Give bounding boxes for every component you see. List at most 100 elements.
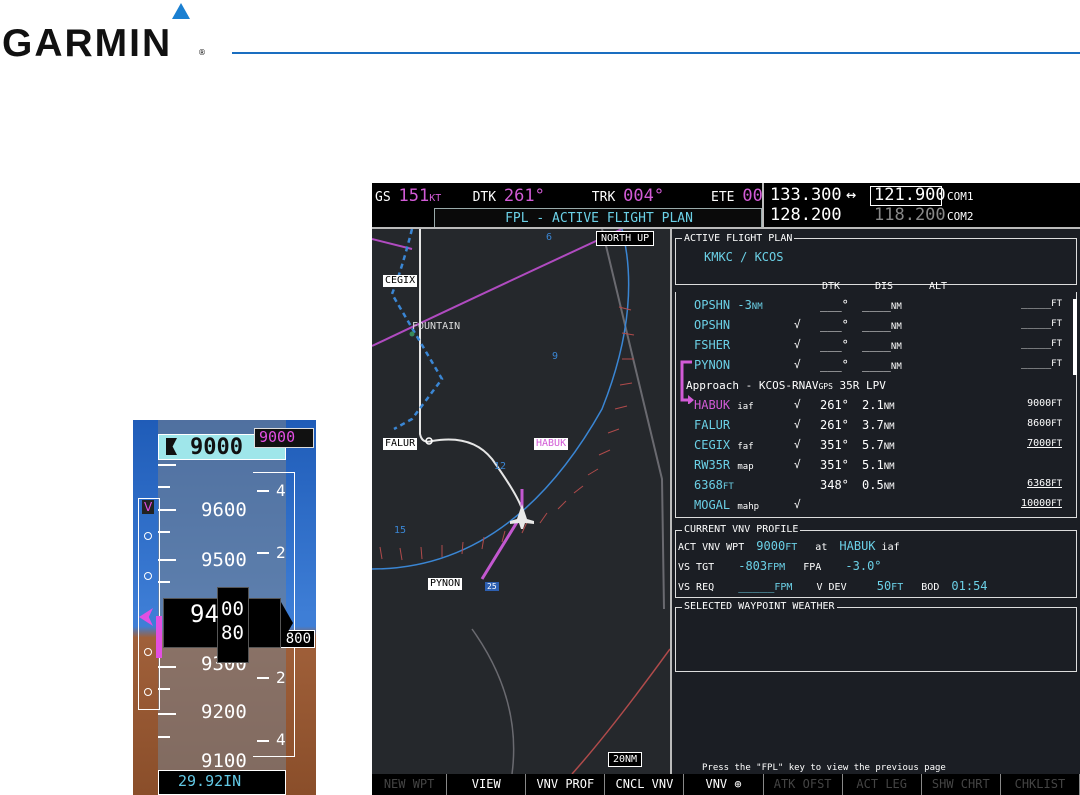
- vdi-dot: [144, 648, 152, 656]
- altitude-bug-value: 9000: [259, 428, 296, 446]
- vdi-scale: [138, 498, 160, 710]
- vnav-check-icon: √: [794, 398, 801, 411]
- fp-dis: ____NM: [862, 318, 902, 332]
- nav-data-row: GS 151KT DTK 261° TRK 004° ETE 00:49: [375, 186, 794, 206]
- fp-waypoint: FALUR: [694, 418, 731, 432]
- fp-waypoint: MOGAL mahp: [694, 498, 760, 512]
- tape-tick: [158, 666, 176, 668]
- fp-row[interactable]: PYNON √ ___° ____NM _____FT: [672, 358, 1072, 378]
- mfd-display: GS 151KT DTK 261° TRK 004° ETE 00:49 FPL…: [372, 183, 1080, 795]
- fp-waypoint: OPSHN: [694, 318, 731, 332]
- softkey-atk-ofst[interactable]: ATK OFST: [764, 774, 843, 795]
- nav-status-bar: GS 151KT DTK 261° TRK 004° ETE 00:49 FPL…: [372, 183, 794, 228]
- page-title-box: FPL - ACTIVE FLIGHT PLAN: [434, 208, 762, 228]
- com1-active[interactable]: 133.300: [770, 185, 842, 205]
- vnv-active-wpt: ACT VNV WPT 9000FT at HABUK iaf: [678, 539, 900, 553]
- fp-scrollbar[interactable]: [1073, 299, 1077, 375]
- fp-dtk: ___°: [820, 338, 849, 352]
- map-tick-label: 6: [546, 232, 553, 243]
- moving-map[interactable]: NORTH UP CEGIX FALUR HABUK PYNON FOUNTAI…: [372, 229, 670, 774]
- vdi-dot: [144, 532, 152, 540]
- vdi-dot: [144, 688, 152, 696]
- fp-dtk: 261°: [820, 418, 849, 432]
- logo-triangle-icon: [172, 3, 190, 19]
- fp-row[interactable]: OPSHN √ ___° ____NM _____FT: [672, 318, 1072, 338]
- fp-row[interactable]: RW35R map √ 351° 5.1NM: [672, 458, 1072, 478]
- fp-waypoint: PYNON: [694, 358, 731, 372]
- map-range[interactable]: 20NM: [608, 752, 643, 767]
- fp-row[interactable]: 6368FT 348° 0.5NM 6368FT: [672, 478, 1072, 498]
- col-dtk: DTK: [822, 281, 841, 292]
- com2-label: COM2: [947, 210, 974, 223]
- vsi-tick: [257, 552, 269, 554]
- fp-row[interactable]: OPSHN -3NM ___° ____NM _____FT: [672, 298, 1072, 318]
- softkey-act-leg[interactable]: ACT LEG: [843, 774, 922, 795]
- fp-alt: _____FT: [1021, 298, 1062, 309]
- fp-waypoint: RW35R map: [694, 458, 754, 472]
- highway-shield-icon: 25: [485, 582, 499, 591]
- altitude-pointer-icon: [281, 602, 293, 644]
- vnav-check-icon: √: [794, 358, 801, 371]
- map-graphics: [372, 229, 670, 774]
- active-fp-title: ACTIVE FLIGHT PLAN: [682, 233, 795, 244]
- fp-dtk: ___°: [820, 298, 849, 312]
- fp-row-active[interactable]: HABUK iaf √ 261° 2.1NM 9000FT: [672, 398, 1072, 418]
- fp-row[interactable]: FSHER √ ___° ____NM _____FT: [672, 338, 1072, 358]
- trk-label: TRK: [591, 190, 616, 205]
- fp-dtk: ___°: [820, 358, 849, 372]
- weather-title: SELECTED WAYPOINT WEATHER: [682, 601, 837, 612]
- map-orientation[interactable]: NORTH UP: [596, 231, 655, 246]
- softkey-vnv-direct[interactable]: VNV ⊕: [684, 774, 764, 795]
- vnav-check-icon: √: [794, 318, 801, 331]
- waypoint-label-cegix: CEGIX: [383, 275, 418, 287]
- tape-label: 9600: [201, 499, 247, 521]
- fp-dtk: 351°: [820, 458, 849, 472]
- com1-standby[interactable]: 121.900: [874, 185, 946, 205]
- softkey-cncl-vnv[interactable]: CNCL VNV: [605, 774, 685, 795]
- fp-route: KMKC / KCOS: [704, 250, 784, 264]
- altimeter-tape: 9000 9000 9600 9500 9300 9200 9100 V 4 2…: [133, 420, 316, 795]
- softkey-chklist[interactable]: CHKLIST: [1001, 774, 1080, 795]
- vsi-label: 4: [276, 481, 286, 500]
- fp-waypoint: CEGIX faf: [694, 438, 754, 452]
- tape-tick: [158, 464, 176, 466]
- map-tick-label: 15: [394, 525, 407, 536]
- softkey-view[interactable]: VIEW: [447, 774, 527, 795]
- fp-dis: 0.5NM: [862, 478, 895, 492]
- fp-row[interactable]: CEGIX faf √ 351° 5.7NM 7000FT: [672, 438, 1072, 458]
- page-title: FPL - ACTIVE FLIGHT PLAN: [505, 211, 693, 226]
- garmin-logo: GARMIN: [2, 22, 173, 65]
- waypoint-label-habuk: HABUK: [534, 438, 569, 450]
- vsi-label: 4: [276, 730, 286, 749]
- fp-waypoint: 6368FT: [694, 478, 734, 492]
- col-alt: ALT: [929, 281, 948, 292]
- fp-waypoint: FSHER: [694, 338, 731, 352]
- dtk-value: 261°: [503, 186, 545, 206]
- fp-dis: ____NM: [862, 298, 902, 312]
- fp-waypoint: HABUK iaf: [694, 398, 754, 412]
- tape-label: 9100: [201, 750, 247, 772]
- softkey-vnv-prof[interactable]: VNV PROF: [526, 774, 606, 795]
- fp-alt: _____FT: [1021, 338, 1062, 349]
- com2-standby[interactable]: 118.200: [874, 205, 946, 225]
- altitude-roll-bottom: 80: [221, 622, 244, 644]
- fp-row[interactable]: MOGAL mahp √ 10000FT: [672, 498, 1072, 518]
- tape-tick: [158, 713, 176, 715]
- fp-alt: 8600FT: [1027, 418, 1062, 429]
- fp-alt: 9000FT: [1027, 398, 1062, 409]
- approach-label[interactable]: Approach - KCOS-RNAVGPS 35R LPV: [686, 379, 886, 392]
- com2-active[interactable]: 128.200: [770, 205, 842, 225]
- vnv-vs-required: VS REQ _____FPM V DEV 50FT BOD 01:54: [678, 579, 988, 593]
- fp-alt: _____FT: [1021, 358, 1062, 369]
- fp-row[interactable]: FALUR √ 261° 3.7NM 8600FT: [672, 418, 1072, 438]
- altitude-thousands: 94: [190, 600, 219, 628]
- vnav-check-icon: √: [794, 338, 801, 351]
- gs-value: 151: [398, 186, 430, 206]
- softkey-shw-chrt[interactable]: SHW CHRT: [922, 774, 1001, 795]
- tape-label: 9200: [201, 701, 247, 723]
- softkey-new-wpt[interactable]: NEW WPT: [372, 774, 448, 795]
- fp-waypoint: OPSHN -3NM: [694, 298, 763, 312]
- fp-dtk: 261°: [820, 398, 849, 412]
- com-radio-panel: 133.300 ↔ 121.900 COM1 128.200 118.200 C…: [762, 183, 1080, 227]
- fp-dis: ____NM: [862, 338, 902, 352]
